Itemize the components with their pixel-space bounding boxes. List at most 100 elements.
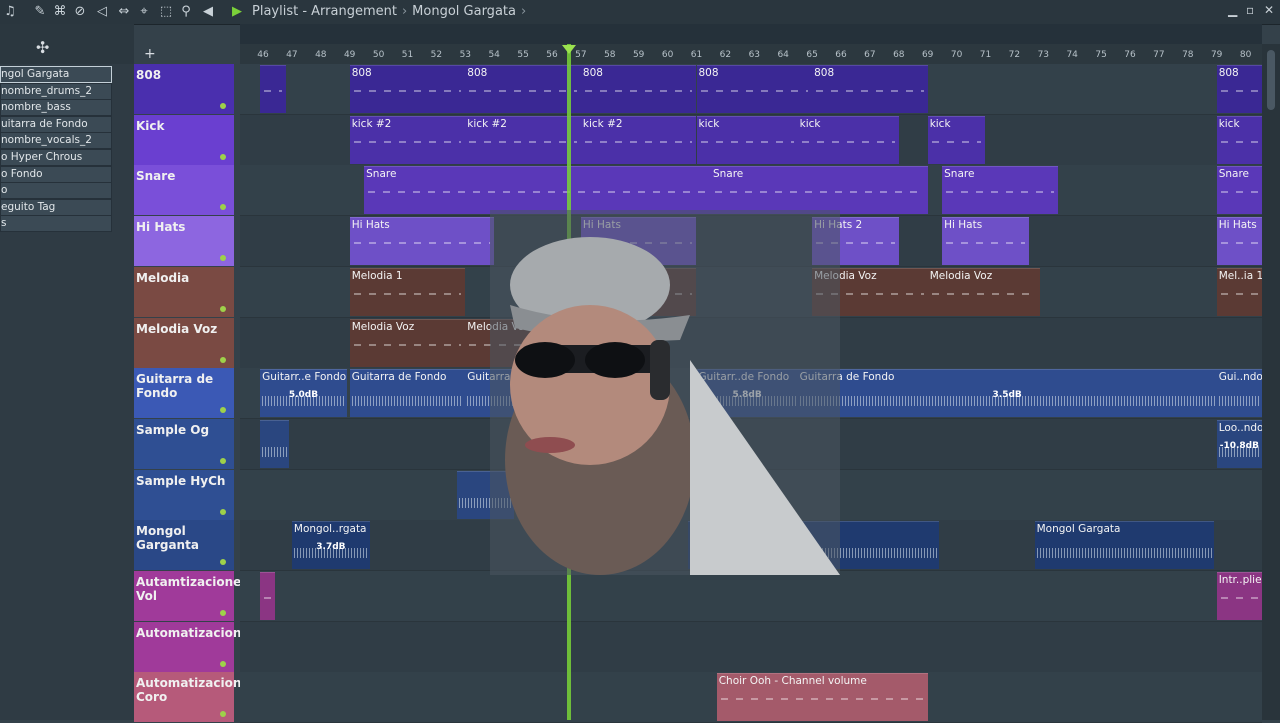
- ruler-tick: 51: [401, 50, 414, 60]
- track-enable-led[interactable]: [220, 508, 226, 515]
- picker-item[interactable]: o✣: [0, 182, 112, 200]
- track-enable-led[interactable]: [220, 356, 226, 363]
- track-header[interactable]: Automatizaciones: [134, 621, 257, 672]
- track-header[interactable]: Kick: [134, 114, 234, 165]
- picker-item[interactable]: nombre_drums_2✣: [0, 82, 112, 100]
- picker-item[interactable]: o Hyper Chrous✣: [0, 149, 112, 166]
- picker-item[interactable]: uitarra de Fondo✣: [0, 115, 112, 133]
- playback-icon[interactable]: ◀: [200, 4, 216, 20]
- pattern-clip[interactable]: 808: [349, 65, 466, 113]
- pencil-icon[interactable]: ✎: [32, 4, 48, 20]
- headphones-icon[interactable]: ♫: [2, 4, 18, 20]
- audio-clip[interactable]: Guitarra de Fondo: [349, 369, 466, 418]
- automation-clip[interactable]: [260, 572, 275, 620]
- track-enable-led[interactable]: [220, 153, 226, 160]
- audio-clip[interactable]: Mongol..rgata 3.7dB: [291, 521, 370, 570]
- zoom-icon[interactable]: ⚲: [178, 4, 194, 20]
- picker-item[interactable]: nombre_bass✣: [0, 99, 112, 117]
- track-header[interactable]: Sample HyCh: [134, 469, 234, 520]
- automation-clip[interactable]: Intr..plier: [1216, 572, 1262, 620]
- mute-icon[interactable]: ◁: [94, 4, 110, 20]
- crumb-playlist[interactable]: Playlist - Arrangement: [252, 4, 397, 19]
- track-enable-led[interactable]: [220, 457, 226, 464]
- pattern-clip[interactable]: Melodia Voz: [349, 318, 466, 367]
- picker-item[interactable]: s✣: [0, 215, 112, 233]
- pattern-clip[interactable]: Snare: [710, 166, 928, 215]
- audio-clip[interactable]: Loo..ndo -10.8dB: [1216, 419, 1262, 468]
- pattern-clip[interactable]: 808: [696, 65, 813, 113]
- close-icon[interactable]: ✕: [1264, 3, 1274, 17]
- track-header[interactable]: Snare: [134, 165, 234, 216]
- delete-icon[interactable]: ⊘: [72, 4, 88, 20]
- track-header[interactable]: Autamtizaciones Vol: [134, 571, 248, 621]
- track-header[interactable]: Automatizaciones Coro: [134, 672, 257, 723]
- crumb-pattern[interactable]: Mongol Gargata: [412, 4, 516, 19]
- pattern-clip[interactable]: Hi Hats: [349, 217, 495, 266]
- timeline-ruler[interactable]: 46 47 48 49 50 51 52 53 54 55 56 57 58 59 60 61 62 63 64 65…: [240, 44, 1262, 64]
- pattern-clip[interactable]: kick: [797, 115, 899, 164]
- pattern-clip[interactable]: 808: [812, 65, 928, 113]
- vertical-scrollbar[interactable]: [1262, 44, 1280, 720]
- pattern-clip[interactable]: kick: [927, 115, 986, 164]
- picker-item[interactable]: nombre_vocals_2✣: [0, 132, 112, 150]
- picker-item[interactable]: ngol Gargata✣: [0, 66, 112, 83]
- pattern-clip[interactable]: 808: [465, 65, 581, 113]
- playlist-overview[interactable]: [240, 24, 1262, 44]
- pattern-clip[interactable]: Snare: [942, 166, 1058, 215]
- pattern-clip[interactable]: Melodia 1: [349, 267, 466, 316]
- pattern-clip[interactable]: Snare: [364, 166, 711, 215]
- track-enable-led[interactable]: [220, 559, 226, 566]
- note-preview: [469, 82, 577, 110]
- play-icon[interactable]: ▶: [229, 4, 245, 20]
- track-enable-led[interactable]: [220, 103, 226, 109]
- minimize-icon[interactable]: ▁: [1228, 3, 1237, 17]
- audio-clip[interactable]: Guitarr..e Fondo 5.0dB: [260, 369, 347, 418]
- pattern-clip[interactable]: 808: [580, 65, 697, 113]
- track-header[interactable]: Guitarra de Fondo: [134, 368, 234, 419]
- track-lane[interactable]: [240, 621, 1262, 673]
- audio-clip[interactable]: Mongol Gargata: [1034, 521, 1214, 570]
- title-bar: ♫ ✎ ⌘ ⊘ ◁ ⇔ ⌖ ⬚ ⚲ ◀ ▶ Playlist - Arrange…: [0, 0, 1280, 25]
- brush-icon[interactable]: ⌘: [52, 4, 68, 20]
- track-enable-led[interactable]: [220, 407, 226, 414]
- track-enable-led[interactable]: [220, 660, 226, 667]
- note-preview: [353, 335, 462, 364]
- slip-icon[interactable]: ⇔: [116, 4, 132, 20]
- maximize-icon[interactable]: ▫: [1246, 3, 1254, 17]
- track-header[interactable]: Hi Hats: [134, 216, 234, 267]
- waveform-icon[interactable]: ✣: [36, 38, 49, 57]
- audio-clip[interactable]: Gui..ndo: [1216, 369, 1262, 418]
- audio-clip[interactable]: [260, 419, 289, 468]
- track-header[interactable]: Mongol Garganta: [134, 520, 234, 571]
- pattern-clip[interactable]: 808: [1216, 65, 1262, 113]
- track-header[interactable]: Sample Og: [134, 418, 234, 469]
- picker-item[interactable]: o Fondo✣: [0, 165, 112, 183]
- pattern-clip[interactable]: [260, 65, 287, 113]
- pattern-clip[interactable]: Hi Hats: [1216, 217, 1262, 266]
- track-enable-led[interactable]: [220, 204, 226, 211]
- playhead-marker[interactable]: [562, 45, 576, 54]
- track-enable-led[interactable]: [220, 610, 226, 616]
- pattern-clip[interactable]: Melodia Voz: [927, 267, 1041, 316]
- pattern-clip[interactable]: kick #2: [349, 115, 466, 164]
- pattern-clip[interactable]: kick: [696, 115, 798, 164]
- track-lane[interactable]: [240, 571, 1262, 622]
- track-enable-led[interactable]: [220, 711, 226, 718]
- track-header[interactable]: Melodia Voz: [134, 317, 234, 368]
- audio-clip[interactable]: Guitarra de Fondo 3.5dB: [797, 369, 1217, 418]
- picker-item[interactable]: eguito Tag✣: [0, 198, 112, 216]
- pattern-clip[interactable]: kick #2: [580, 115, 697, 164]
- pattern-clip[interactable]: kick: [1216, 115, 1262, 164]
- pattern-clip[interactable]: Snare: [1216, 166, 1262, 215]
- automation-clip[interactable]: Choir Ooh - Channel volume: [716, 673, 928, 722]
- track-enable-led[interactable]: [220, 255, 226, 262]
- pattern-clip[interactable]: Mel..ia 1: [1216, 267, 1262, 316]
- track-header[interactable]: 808: [134, 64, 234, 114]
- scrollbar-thumb[interactable]: [1267, 50, 1275, 110]
- select-icon[interactable]: ⬚: [158, 4, 174, 20]
- track-enable-led[interactable]: [220, 305, 226, 312]
- pattern-clip[interactable]: Hi Hats: [942, 217, 1029, 266]
- slice-icon[interactable]: ⌖: [136, 4, 152, 20]
- track-header[interactable]: Melodia: [134, 266, 234, 317]
- pattern-clip[interactable]: kick #2: [465, 115, 581, 164]
